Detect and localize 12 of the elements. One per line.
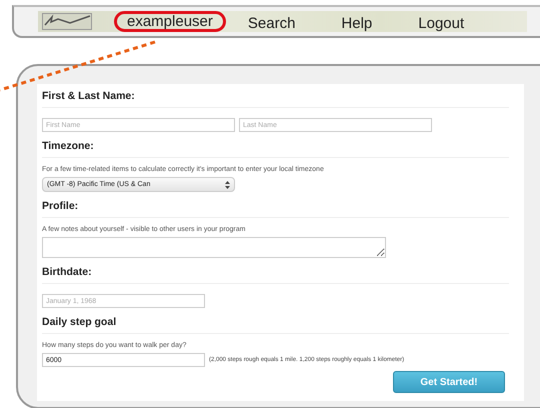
section-heading: Timezone:: [42, 136, 509, 158]
nav-link[interactable]: Search: [236, 11, 308, 32]
logo-icon: [42, 13, 92, 30]
nav-link[interactable]: Logout: [406, 11, 476, 32]
stepper-icon: [225, 180, 230, 188]
nav-link[interactable]: exampleuser: [114, 11, 226, 32]
nav-link[interactable]: Help: [329, 11, 384, 32]
section-heading: First & Last Name:: [42, 86, 509, 108]
profile-text-area[interactable]: [42, 237, 386, 258]
section-heading: Daily step goal: [42, 312, 509, 334]
section-heading: Birthdate:: [42, 262, 509, 284]
section-heading: Profile:: [42, 196, 509, 218]
